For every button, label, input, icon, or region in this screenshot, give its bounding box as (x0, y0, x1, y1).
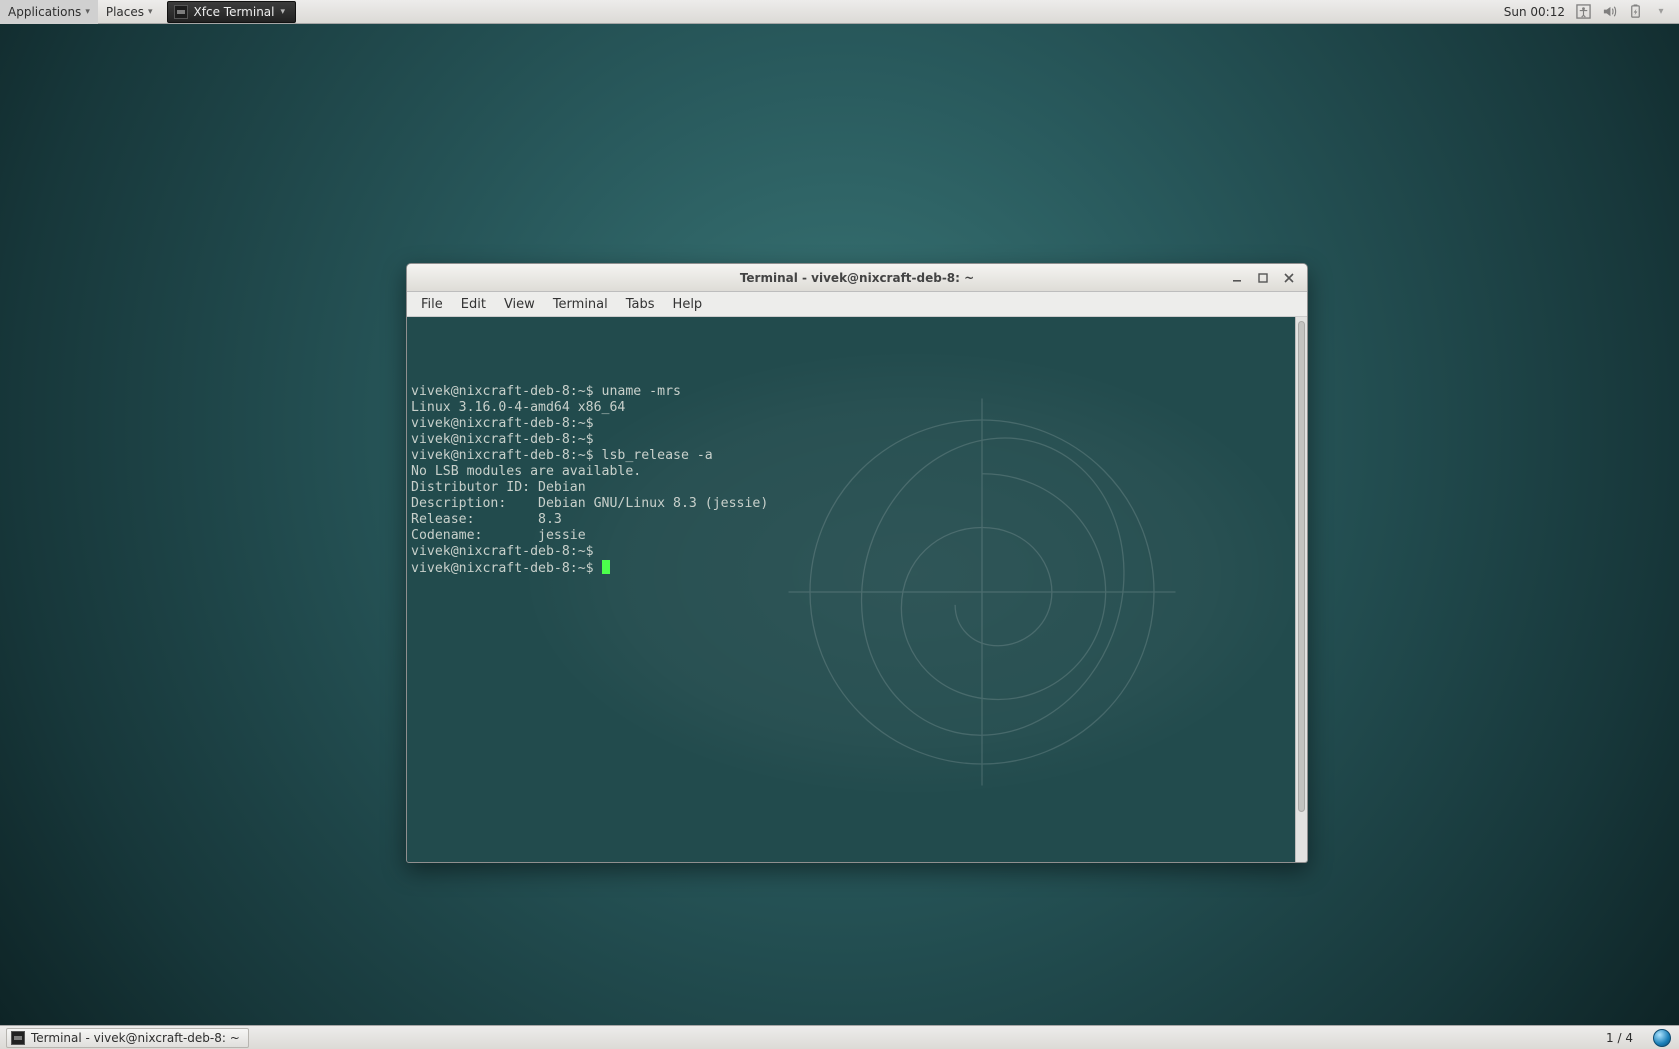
window-titlebar[interactable]: Terminal - vivek@nixcraft-deb-8: ~ (407, 264, 1307, 292)
terminal-line: No LSB modules are available. (411, 464, 1291, 480)
accessibility-icon[interactable] (1575, 4, 1591, 20)
menu-view[interactable]: View (496, 295, 543, 314)
workspace-indicator[interactable]: 1 / 4 (1594, 1031, 1645, 1045)
terminal-line: vivek@nixcraft-deb-8:~$ (411, 544, 1291, 560)
show-desktop-button[interactable] (1653, 1029, 1671, 1047)
terminal-menubar: File Edit View Terminal Tabs Help (407, 292, 1307, 317)
terminal-line: Codename: jessie (411, 528, 1291, 544)
terminal-line: Description: Debian GNU/Linux 8.3 (jessi… (411, 496, 1291, 512)
terminal-area: vivek@nixcraft-deb-8:~$ uname -mrsLinux … (407, 317, 1307, 862)
terminal-line: vivek@nixcraft-deb-8:~$ lsb_release -a (411, 448, 1291, 464)
window-title: Terminal - vivek@nixcraft-deb-8: ~ (407, 271, 1307, 285)
menu-terminal[interactable]: Terminal (545, 295, 616, 314)
battery-icon[interactable] (1627, 4, 1643, 20)
applications-menu[interactable]: Applications ▾ (0, 0, 98, 24)
terminal-window: Terminal - vivek@nixcraft-deb-8: ~ File … (406, 263, 1308, 863)
menu-edit[interactable]: Edit (453, 295, 494, 314)
terminal-line: Linux 3.16.0-4-amd64 x86_64 (411, 400, 1291, 416)
taskbar-item-terminal[interactable]: Terminal - vivek@nixcraft-deb-8: ~ (6, 1028, 249, 1048)
maximize-button[interactable] (1251, 269, 1275, 287)
bottom-panel: Terminal - vivek@nixcraft-deb-8: ~ 1 / 4 (0, 1025, 1679, 1049)
top-panel: Applications ▾ Places ▾ Xfce Terminal ▾ … (0, 0, 1679, 24)
window-controls (1225, 269, 1307, 287)
terminal-line: Release: 8.3 (411, 512, 1291, 528)
system-tray: Sun 00:12 ▾ (1494, 4, 1679, 20)
shutdown-menu-icon[interactable]: ▾ (1653, 4, 1669, 20)
close-button[interactable] (1277, 269, 1301, 287)
terminal-line: vivek@nixcraft-deb-8:~$ (411, 560, 1291, 577)
terminal-icon (174, 5, 188, 19)
clock[interactable]: Sun 00:12 (1504, 5, 1565, 19)
terminal-line: vivek@nixcraft-deb-8:~$ (411, 432, 1291, 448)
active-app-label: Xfce Terminal (194, 5, 275, 19)
terminal-line: vivek@nixcraft-deb-8:~$ uname -mrs (411, 384, 1291, 400)
scrollbar-thumb[interactable] (1298, 321, 1305, 812)
terminal-scrollbar[interactable] (1295, 317, 1307, 862)
menu-file[interactable]: File (413, 295, 451, 314)
menu-tabs[interactable]: Tabs (618, 295, 663, 314)
minimize-button[interactable] (1225, 269, 1249, 287)
applications-label: Applications (8, 5, 81, 19)
volume-icon[interactable] (1601, 4, 1617, 20)
terminal-output[interactable]: vivek@nixcraft-deb-8:~$ uname -mrsLinux … (407, 317, 1295, 862)
menu-help[interactable]: Help (665, 295, 711, 314)
taskbar-item-label: Terminal - vivek@nixcraft-deb-8: ~ (31, 1031, 240, 1045)
chevron-down-icon: ▾ (85, 7, 90, 17)
places-label: Places (106, 5, 144, 19)
terminal-line: vivek@nixcraft-deb-8:~$ (411, 416, 1291, 432)
active-app-menu[interactable]: Xfce Terminal ▾ (167, 1, 296, 23)
chevron-down-icon: ▾ (148, 7, 153, 17)
terminal-cursor (602, 560, 610, 574)
desktop[interactable]: Terminal - vivek@nixcraft-deb-8: ~ File … (0, 24, 1679, 1025)
terminal-line: Distributor ID: Debian (411, 480, 1291, 496)
places-menu[interactable]: Places ▾ (98, 0, 161, 24)
chevron-down-icon: ▾ (280, 7, 285, 17)
terminal-icon (11, 1031, 25, 1045)
